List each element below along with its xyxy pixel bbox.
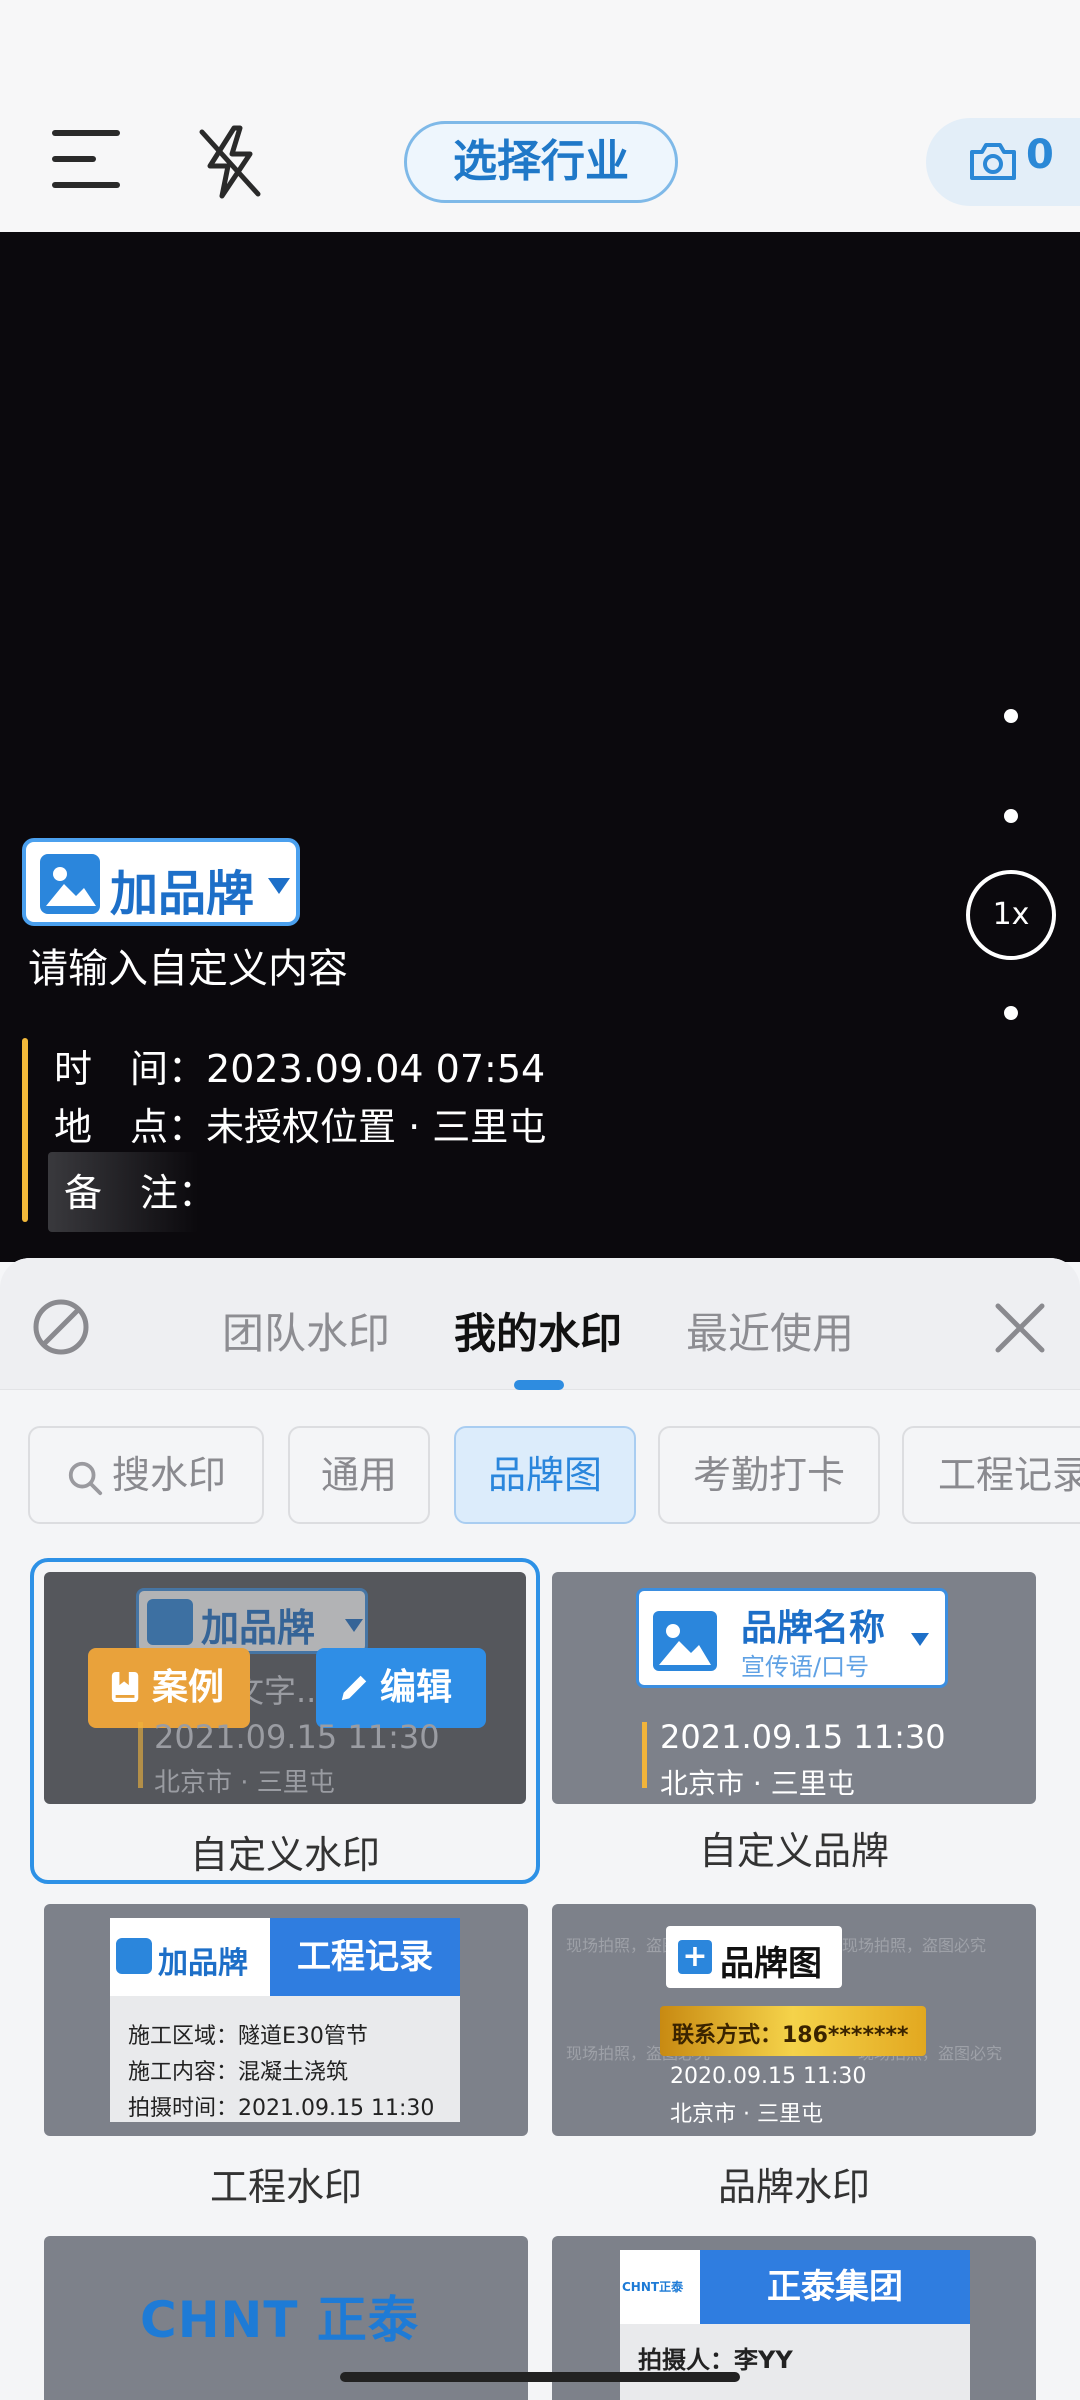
image-icon: [147, 1599, 193, 1645]
card-accent-bar: [642, 1722, 647, 1788]
camera-viewport[interactable]: 1x 加品牌 请输入自定义内容 时 间：2023.09.04 07:54 地 点…: [0, 232, 1080, 1262]
chevron-down-icon: [911, 1633, 929, 1646]
card-thumbnail: 加品牌 文字... 案例 编辑 2021.09.15 11:30 北京市 · 三…: [44, 1572, 526, 1804]
chip-brand-image[interactable]: 品牌图: [454, 1426, 636, 1524]
edit-button-label: 编辑: [380, 1667, 453, 1708]
card-label: 品牌水印: [717, 2165, 870, 2209]
select-industry-button[interactable]: 选择行业: [404, 121, 678, 203]
case-button-label: 案例: [152, 1667, 225, 1708]
chnt-header: 正泰集团: [700, 2250, 970, 2324]
pencil-icon: [341, 1675, 367, 1701]
flash-off-icon[interactable]: [196, 124, 266, 200]
brand-image-tag: + 品牌图: [666, 1926, 842, 1988]
card-brand-tag: 品牌名称 宣传语/口号: [636, 1588, 948, 1688]
card-time: 2021.09.15 11:30: [154, 1718, 440, 1756]
chip-attendance[interactable]: 考勤打卡: [658, 1426, 880, 1524]
image-icon: [116, 1938, 152, 1974]
engineering-panel: 加品牌 工程记录 施工区域：隧道E30管节 施工内容：混凝土浇筑 拍摄时间：20…: [110, 1918, 460, 2122]
custom-text-input[interactable]: 请输入自定义内容: [28, 936, 348, 994]
watermark-card-custom-brand[interactable]: 品牌名称 宣传语/口号 2021.09.15 11:30 北京市 · 三里屯 自…: [552, 1572, 1036, 1882]
search-chip-label: 搜水印: [111, 1453, 226, 1497]
engineering-brand: 加品牌: [110, 1918, 270, 1996]
brand-tag-label: 加品牌: [110, 866, 255, 922]
card-slogan: 宣传语/口号: [741, 1653, 870, 1681]
brand-image-label: 品牌图: [720, 1944, 822, 1984]
watermark-card-custom[interactable]: 加品牌 文字... 案例 编辑 2021.09.15 11:30 北京市 · 三…: [30, 1558, 540, 1884]
card-thumbnail: 现场拍照，盗图必究 现场拍照，盗图必究 现场拍照，盗图必究 现场拍照，盗图必究 …: [552, 1904, 1036, 2136]
active-tab-indicator: [514, 1380, 564, 1390]
contact-text: 联系方式：186*******: [672, 2023, 909, 2048]
photo-count-value: 0: [1026, 132, 1054, 178]
engineering-row: 施工内容：混凝土浇筑: [128, 2060, 349, 2085]
card-brand-name: 品牌名称: [741, 1608, 886, 1649]
chip-general[interactable]: 通用: [288, 1426, 430, 1524]
tab-recent[interactable]: 最近使用: [686, 1300, 854, 1361]
watermark-card-engineering[interactable]: 加品牌 工程记录 施工区域：隧道E30管节 施工内容：混凝土浇筑 拍摄时间：20…: [44, 1904, 528, 2214]
chevron-down-icon: [345, 1619, 363, 1632]
card-thumbnail: 加品牌 工程记录 施工区域：隧道E30管节 施工内容：混凝土浇筑 拍摄时间：20…: [44, 1904, 528, 2136]
chnt-header-label: 正泰集团: [767, 2267, 903, 2307]
card-location: 北京市 · 三里屯: [660, 1767, 855, 1800]
zoom-dot[interactable]: [1004, 709, 1018, 723]
camera-icon: [970, 143, 1016, 180]
image-icon: [40, 854, 100, 914]
card-time: 2021.09.15 11:30: [660, 1718, 946, 1756]
time-label: 时 间：: [54, 1047, 207, 1091]
engineering-header: 工程记录: [270, 1918, 460, 1996]
brand-tag-button[interactable]: 加品牌: [22, 838, 300, 926]
case-button[interactable]: 案例: [88, 1648, 250, 1728]
tab-my-watermark[interactable]: 我的水印: [454, 1300, 622, 1361]
card-brand-label: 加品牌: [201, 1606, 316, 1650]
sheet-header: 团队水印 我的水印 最近使用: [0, 1258, 1080, 1390]
engineering-header-label: 工程记录: [297, 1937, 433, 1977]
engineering-row: 拍摄时间：2021.09.15 11:30: [128, 2096, 435, 2121]
card-label: 自定义品牌: [698, 1829, 889, 1873]
card-thumbnail: 品牌名称 宣传语/口号 2021.09.15 11:30 北京市 · 三里屯: [552, 1572, 1036, 1804]
card-brand-tag: 加品牌: [136, 1588, 368, 1654]
time-row: 时 间：2023.09.04 07:54: [54, 1038, 545, 1093]
card-time: 2020.09.15 11:30: [670, 2064, 867, 2089]
top-bar: 选择行业 0: [0, 0, 1080, 232]
chnt-logo: CHNT 正泰: [140, 2291, 419, 2349]
menu-icon[interactable]: [52, 130, 122, 190]
zoom-dot[interactable]: [1004, 1006, 1018, 1020]
plus-icon: +: [678, 1940, 712, 1974]
note-label: 备 注：: [64, 1171, 217, 1215]
card-label: 自定义水印: [189, 1833, 380, 1877]
card-accent-bar: [138, 1722, 143, 1788]
close-icon[interactable]: [992, 1300, 1048, 1356]
location-label: 地 点：: [54, 1105, 207, 1149]
chnt-small-logo: CHNT正泰: [620, 2250, 700, 2324]
image-icon: [653, 1611, 717, 1671]
watermark-accent-bar: [22, 1038, 28, 1222]
edit-button[interactable]: 编辑: [316, 1648, 486, 1728]
watermark-sheet: 团队水印 我的水印 最近使用 搜水印 通用 品牌图 考勤打卡 工程记录 加品牌 …: [0, 1258, 1080, 2400]
book-icon: [111, 1671, 139, 1703]
card-location: 北京市 · 三里屯: [670, 2102, 823, 2127]
location-value: 未授权位置 · 三里屯: [206, 1105, 547, 1149]
background-watermark-text: 现场拍照，盗图必究: [842, 1936, 987, 1955]
chevron-down-icon: [268, 878, 290, 894]
engineering-brand-label: 加品牌: [158, 1946, 248, 1981]
chnt-small-logo-text: CHNT正泰: [622, 2280, 684, 2294]
no-watermark-icon[interactable]: [32, 1298, 90, 1356]
watermark-card-brand[interactable]: 现场拍照，盗图必究 现场拍照，盗图必究 现场拍照，盗图必究 现场拍照，盗图必究 …: [552, 1904, 1036, 2214]
chnt-row: 拍摄人：李YY: [638, 2346, 793, 2374]
zoom-dot[interactable]: [1004, 809, 1018, 823]
chip-engineering[interactable]: 工程记录: [902, 1426, 1080, 1524]
zoom-button[interactable]: 1x: [966, 870, 1056, 960]
card-label: 工程水印: [209, 2165, 362, 2209]
search-watermark-chip[interactable]: 搜水印: [28, 1426, 264, 1524]
location-row: 地 点：未授权位置 · 三里屯: [54, 1096, 546, 1151]
card-location: 北京市 · 三里屯: [154, 1768, 335, 1798]
home-indicator[interactable]: [340, 2372, 740, 2382]
tab-team-watermark[interactable]: 团队水印: [222, 1300, 390, 1361]
engineering-row: 施工区域：隧道E30管节: [128, 2024, 368, 2049]
search-icon: [68, 1461, 103, 1495]
contact-banner: 联系方式：186*******: [660, 2006, 926, 2056]
time-value: 2023.09.04 07:54: [206, 1047, 546, 1091]
photo-count-button[interactable]: 0: [926, 118, 1080, 206]
